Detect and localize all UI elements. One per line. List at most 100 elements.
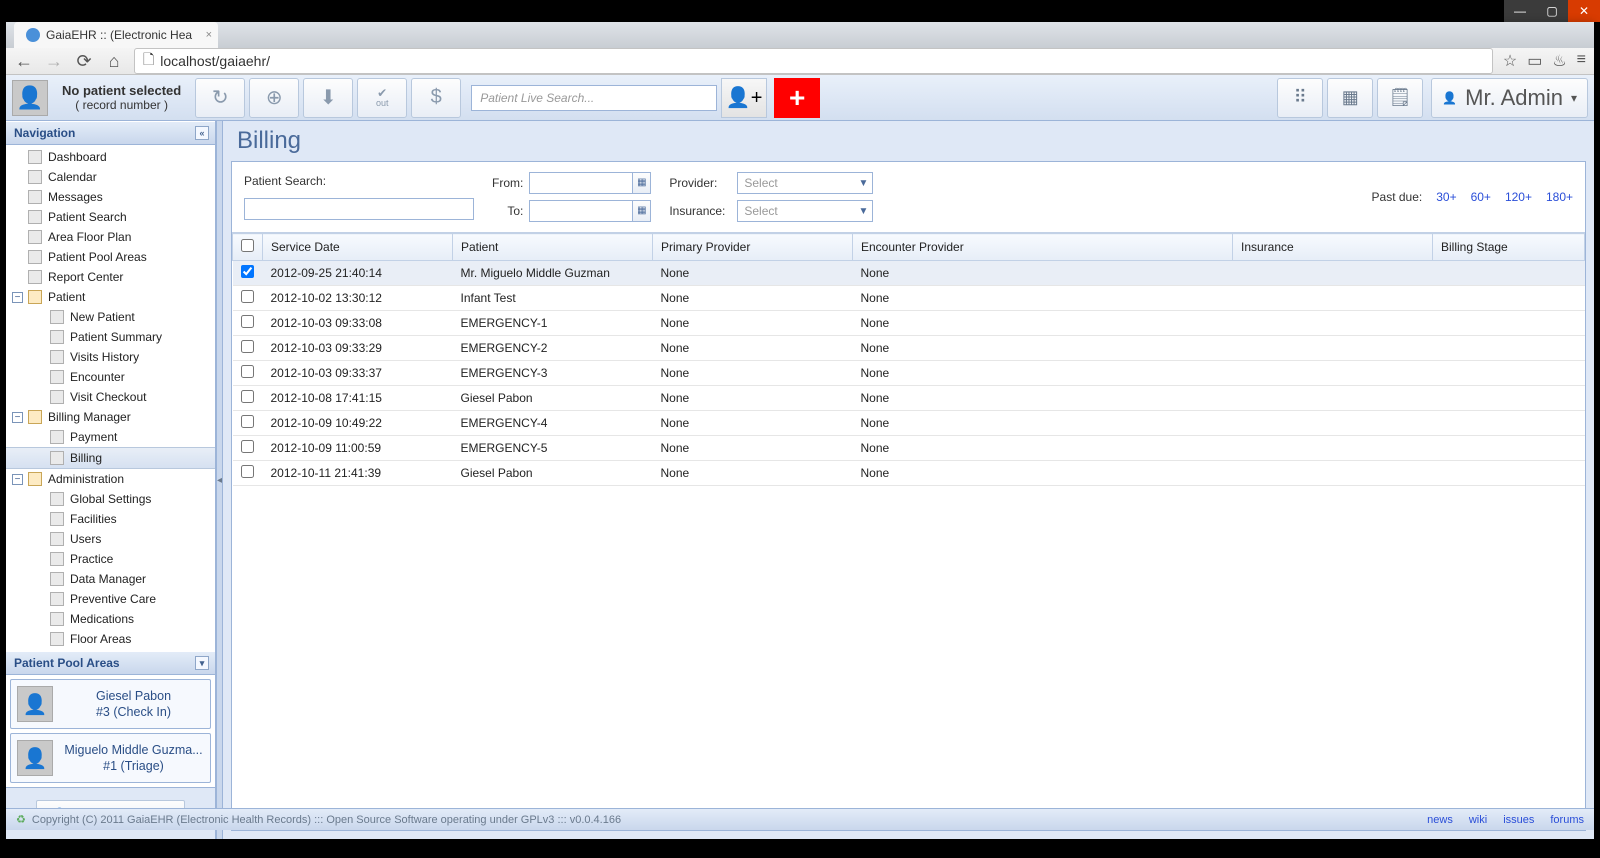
layout-notes-button[interactable]: 🗒 xyxy=(1377,78,1423,118)
nav-item[interactable]: Area Floor Plan xyxy=(6,227,215,247)
collapse-pool-icon[interactable]: ▾ xyxy=(195,656,209,670)
tree-toggle-icon[interactable]: − xyxy=(12,292,23,303)
past-due-30[interactable]: 30+ xyxy=(1436,190,1456,204)
to-date-input[interactable] xyxy=(529,200,633,222)
layout-grid-button[interactable]: ▦ xyxy=(1327,78,1373,118)
table-row[interactable]: 2012-10-08 17:41:15Giesel PabonNoneNone xyxy=(233,386,1585,411)
column-header[interactable]: Billing Stage xyxy=(1433,234,1585,261)
nav-subitem[interactable]: New Patient xyxy=(6,307,215,327)
nav-item[interactable]: −Administration xyxy=(6,469,215,489)
nav-subitem[interactable]: Preventive Care xyxy=(6,589,215,609)
table-row[interactable]: 2012-09-25 21:40:14Mr. Miguelo Middle Gu… xyxy=(233,261,1585,286)
menu-icon[interactable]: ≡ xyxy=(1577,51,1586,71)
history-button[interactable]: ↻ xyxy=(195,78,245,118)
column-header[interactable]: Primary Provider xyxy=(653,234,853,261)
tab-close-icon[interactable]: × xyxy=(206,29,212,41)
nav-subitem[interactable]: Practice xyxy=(6,549,215,569)
patient-live-search[interactable]: Patient Live Search... xyxy=(471,85,717,111)
table-row[interactable]: 2012-10-02 13:30:12Infant TestNoneNone xyxy=(233,286,1585,311)
footer-link-news[interactable]: news xyxy=(1427,814,1453,826)
new-encounter-button[interactable]: ⊕ xyxy=(249,78,299,118)
present-icon[interactable]: ▭ xyxy=(1527,51,1542,71)
url-input[interactable]: 🗋 localhost/gaiaehr/ xyxy=(134,48,1493,74)
forward-button[interactable]: → xyxy=(44,51,64,71)
insurance-select[interactable]: Select▼ xyxy=(737,200,873,222)
browser-tab[interactable]: GaiaEHR :: (Electronic Hea × xyxy=(14,22,218,48)
user-menu[interactable]: 👤 Mr. Admin ▾ xyxy=(1431,78,1588,118)
nav-subitem[interactable]: Medications xyxy=(6,609,215,629)
column-header[interactable]: Patient xyxy=(453,234,653,261)
checkout-button[interactable]: ✔out xyxy=(357,78,407,118)
row-checkbox[interactable] xyxy=(241,390,254,403)
billing-button[interactable]: $ xyxy=(411,78,461,118)
nav-item[interactable]: −Billing Manager xyxy=(6,407,215,427)
window-minimize-button[interactable]: — xyxy=(1504,0,1536,22)
row-checkbox[interactable] xyxy=(241,315,254,328)
from-date-input[interactable] xyxy=(529,172,633,194)
nav-subitem[interactable]: Floor Areas xyxy=(6,629,215,649)
nav-item[interactable]: Dashboard xyxy=(6,147,215,167)
nav-subitem[interactable]: Billing xyxy=(6,447,215,469)
row-checkbox[interactable] xyxy=(241,290,254,303)
pool-item[interactable]: 👤Giesel Pabon#3 (Check In) xyxy=(10,679,211,729)
row-checkbox[interactable] xyxy=(241,415,254,428)
table-row[interactable]: 2012-10-03 09:33:37EMERGENCY-3NoneNone xyxy=(233,361,1585,386)
tree-toggle-icon[interactable]: − xyxy=(12,474,23,485)
back-button[interactable]: ← xyxy=(14,51,34,71)
table-row[interactable]: 2012-10-09 10:49:22EMERGENCY-4NoneNone xyxy=(233,411,1585,436)
nav-subitem[interactable]: Global Settings xyxy=(6,489,215,509)
nav-subitem[interactable]: Payment xyxy=(6,427,215,447)
window-close-button[interactable]: ✕ xyxy=(1568,0,1600,22)
footer-link-wiki[interactable]: wiki xyxy=(1469,814,1487,826)
download-button[interactable]: ⬇ xyxy=(303,78,353,118)
column-header[interactable]: Service Date xyxy=(263,234,453,261)
nav-item[interactable]: Report Center xyxy=(6,267,215,287)
row-checkbox[interactable] xyxy=(241,340,254,353)
column-header[interactable]: Encounter Provider xyxy=(853,234,1233,261)
table-row[interactable]: 2012-10-03 09:33:29EMERGENCY-2NoneNone xyxy=(233,336,1585,361)
nav-item[interactable]: −Patient xyxy=(6,287,215,307)
nav-subitem[interactable]: Encounter xyxy=(6,367,215,387)
row-checkbox[interactable] xyxy=(241,365,254,378)
table-row[interactable]: 2012-10-09 11:00:59EMERGENCY-5NoneNone xyxy=(233,436,1585,461)
column-header[interactable]: Insurance xyxy=(1233,234,1433,261)
table-row[interactable]: 2012-10-03 09:33:08EMERGENCY-1NoneNone xyxy=(233,311,1585,336)
select-all-checkbox[interactable] xyxy=(241,239,254,252)
reload-button[interactable]: ⟳ xyxy=(74,51,94,71)
row-checkbox[interactable] xyxy=(241,440,254,453)
bookmark-icon[interactable]: ☆ xyxy=(1503,51,1517,71)
past-due-60[interactable]: 60+ xyxy=(1471,190,1491,204)
tree-toggle-icon[interactable]: − xyxy=(12,412,23,423)
nav-subitem[interactable]: Visit Checkout xyxy=(6,387,215,407)
from-date-picker-icon[interactable]: ▦ xyxy=(633,172,651,194)
patient-search-input[interactable] xyxy=(244,198,474,220)
nav-item[interactable]: Patient Search xyxy=(6,207,215,227)
to-date-picker-icon[interactable]: ▦ xyxy=(633,200,651,222)
nav-subitem[interactable]: Visits History xyxy=(6,347,215,367)
past-due-180[interactable]: 180+ xyxy=(1546,190,1573,204)
window-maximize-button[interactable]: ▢ xyxy=(1536,0,1568,22)
nav-subitem[interactable]: Facilities xyxy=(6,509,215,529)
table-row[interactable]: 2012-10-11 21:41:39Giesel PabonNoneNone xyxy=(233,461,1585,486)
nav-subitem[interactable]: Data Manager xyxy=(6,569,215,589)
emergency-button[interactable]: + xyxy=(774,78,820,118)
past-due-120[interactable]: 120+ xyxy=(1505,190,1532,204)
nav-item[interactable]: Messages xyxy=(6,187,215,207)
nav-subitem[interactable]: Patient Summary xyxy=(6,327,215,347)
splitter-handle[interactable]: ◂ xyxy=(216,121,223,839)
collapse-nav-icon[interactable]: « xyxy=(195,126,209,140)
nav-subitem[interactable]: Users xyxy=(6,529,215,549)
filter-bar: Patient Search: From: ▦ To: ▦ xyxy=(232,162,1585,233)
row-checkbox[interactable] xyxy=(241,265,254,278)
torch-icon[interactable]: ♨ xyxy=(1552,51,1566,71)
home-button[interactable]: ⌂ xyxy=(104,51,124,71)
add-patient-button[interactable]: 👤+ xyxy=(721,78,767,118)
row-checkbox[interactable] xyxy=(241,465,254,478)
nav-item[interactable]: Calendar xyxy=(6,167,215,187)
footer-link-issues[interactable]: issues xyxy=(1503,814,1534,826)
provider-select[interactable]: Select▼ xyxy=(737,172,873,194)
nav-item[interactable]: Patient Pool Areas xyxy=(6,247,215,267)
footer-link-forums[interactable]: forums xyxy=(1550,814,1584,826)
layout-select-button[interactable]: ⠿ xyxy=(1277,78,1323,118)
pool-item[interactable]: 👤Miguelo Middle Guzma...#1 (Triage) xyxy=(10,733,211,783)
